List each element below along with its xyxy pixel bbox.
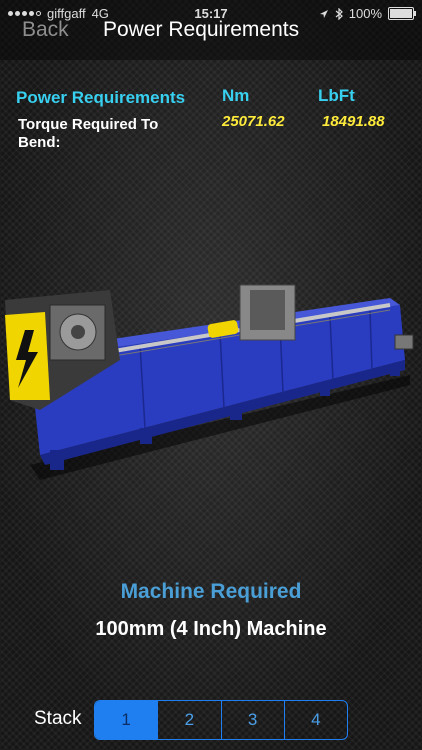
machine-required-value: 100mm (4 Inch) Machine (95, 618, 327, 640)
bluetooth-icon (335, 7, 343, 20)
torque-lbft-value: 18491.88 (322, 113, 385, 130)
stack-option-3[interactable]: 3 (220, 701, 284, 739)
status-right: 100% (319, 6, 416, 21)
unit-lbft-header: LbFt (318, 86, 355, 105)
machine-required-label: Machine Required (120, 580, 302, 603)
unit-nm-header: Nm (222, 86, 250, 105)
location-icon (319, 9, 328, 18)
stack-option-2[interactable]: 2 (157, 701, 220, 739)
battery-icon (388, 7, 416, 20)
stack-option-1[interactable]: 1 (95, 701, 158, 739)
torque-required-label: Torque Required To Bend: (18, 116, 159, 151)
pipe-bending-machine-image (5, 284, 414, 480)
battery-percent: 100% (348, 6, 382, 21)
torque-nm-value: 25071.62 (222, 113, 285, 130)
back-button[interactable]: Back (22, 18, 69, 42)
stack-label: Stack (34, 708, 82, 729)
page-title: Power Requirements (103, 18, 300, 41)
stack-option-4[interactable]: 4 (283, 701, 347, 739)
power-requirements-heading: Power Requirements (16, 88, 186, 107)
stack-segmented-control[interactable]: 1 2 3 4 (94, 700, 348, 740)
